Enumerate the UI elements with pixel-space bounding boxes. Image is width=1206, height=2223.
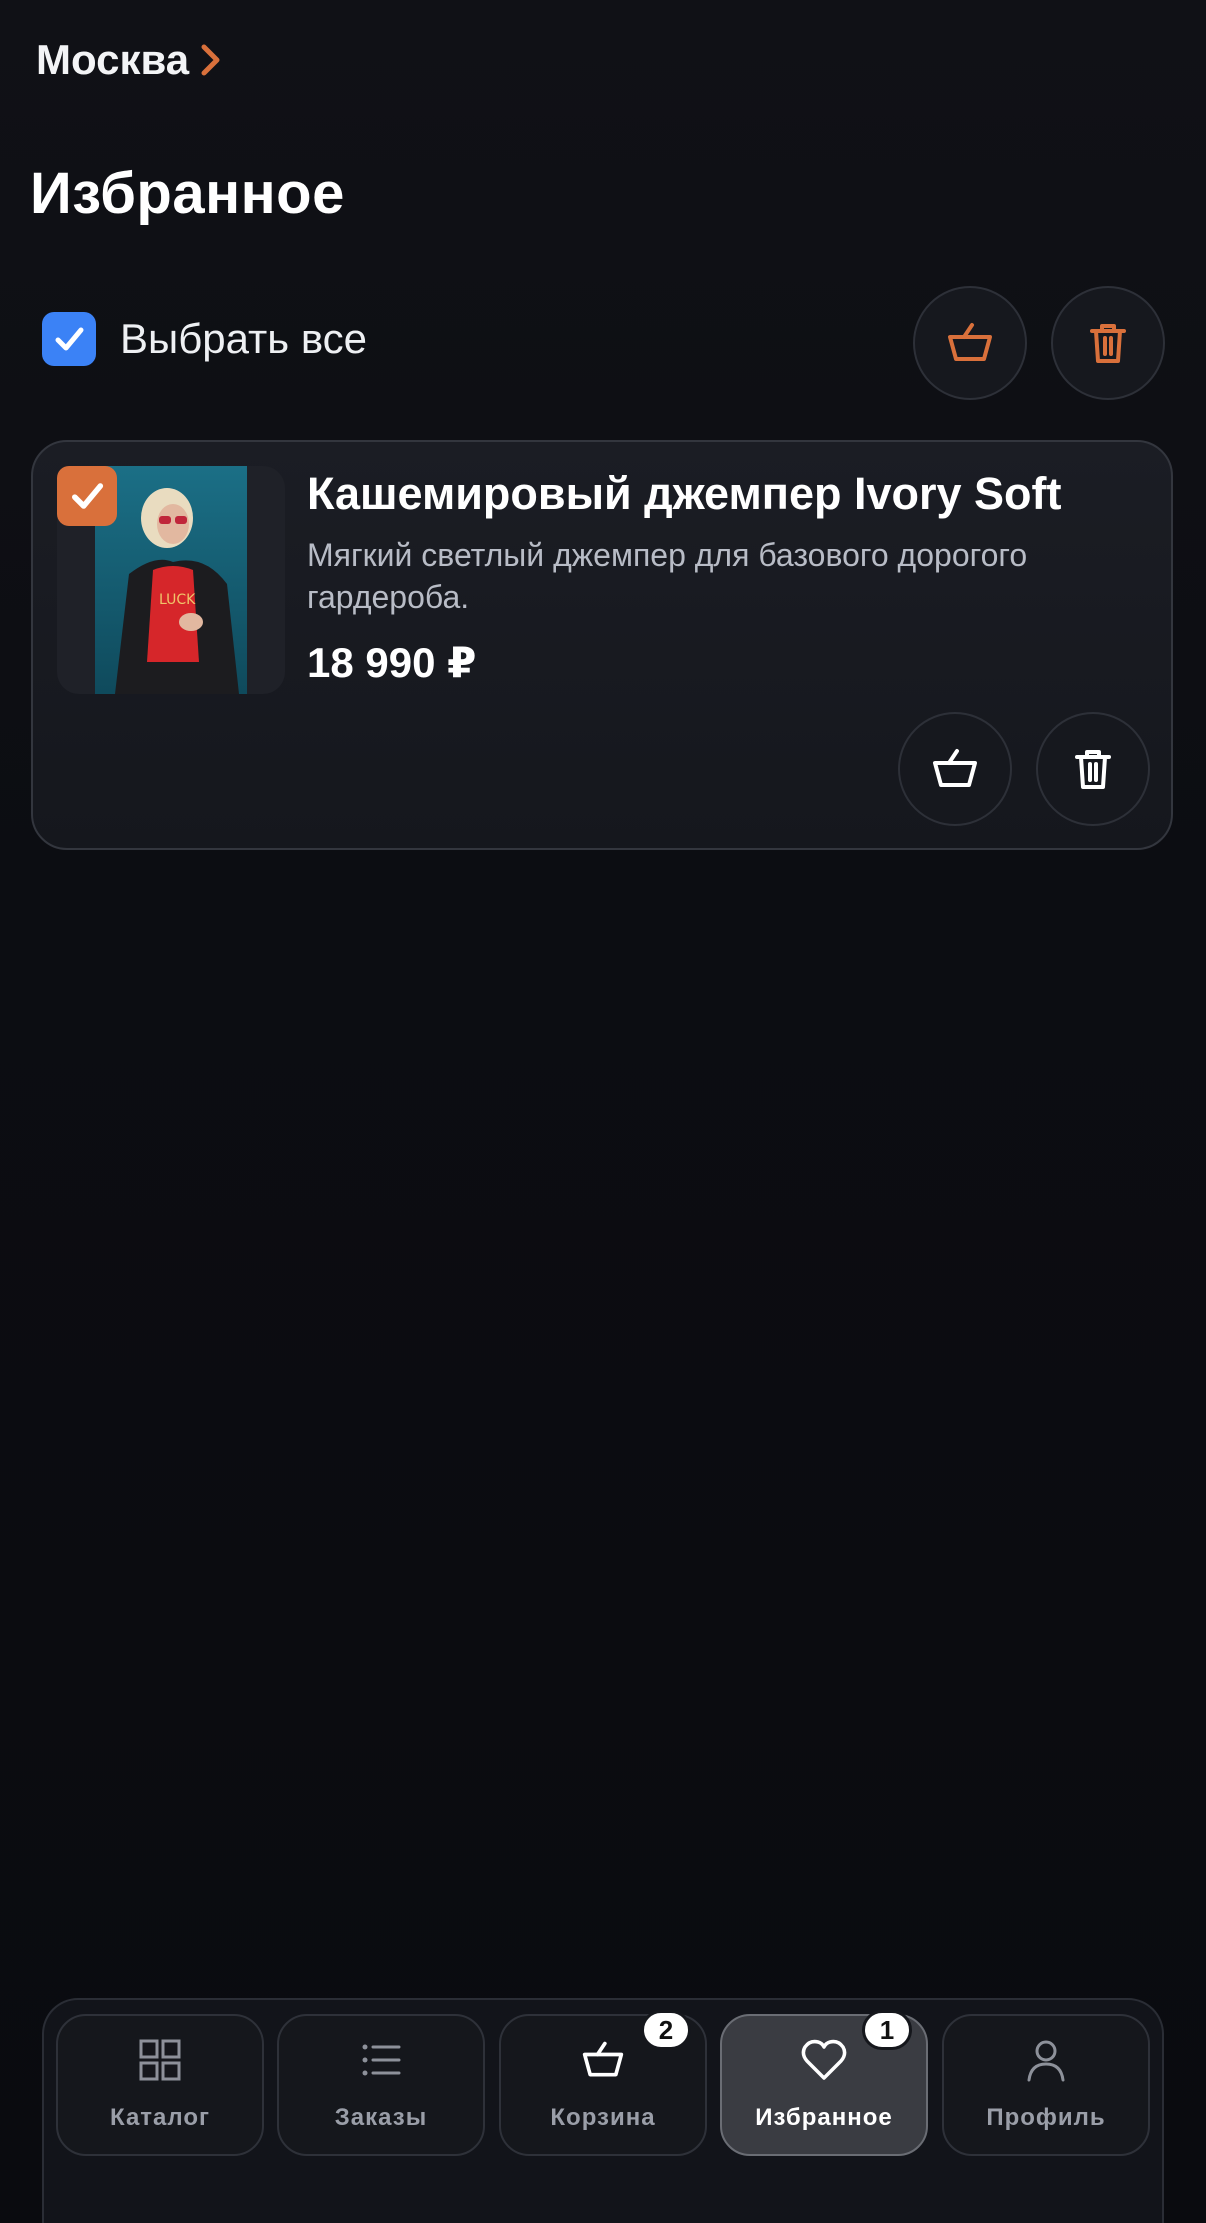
nav-item-orders[interactable]: Заказы	[277, 2014, 485, 2156]
select-all-label: Выбрать все	[120, 315, 368, 362]
city-label: Москва	[36, 36, 190, 83]
nav-item-favorites[interactable]: 1 Избранное	[720, 2010, 928, 2156]
svg-text:LUCK: LUCK	[159, 592, 196, 608]
grid-icon	[136, 2036, 184, 2084]
trash-icon	[1090, 324, 1126, 363]
favorites-screen: Москва Избранное Выбрать все LUCK Кашеми…	[0, 0, 1206, 2223]
delete-selected-button[interactable]	[1051, 286, 1165, 400]
nav-label: Профиль	[986, 2104, 1106, 2131]
nav-label: Корзина	[550, 2104, 656, 2131]
chevron-right-icon	[201, 44, 220, 76]
page-title: Избранное	[30, 161, 345, 226]
cart-count-badge: 2	[641, 2010, 691, 2050]
nav-item-profile[interactable]: Профиль	[942, 2014, 1150, 2156]
basket-icon	[579, 2036, 627, 2084]
trash-icon	[1075, 750, 1111, 789]
checkmark-icon	[72, 483, 104, 509]
heart-icon	[800, 2036, 848, 2084]
nav-item-catalog[interactable]: Каталог	[56, 2014, 264, 2156]
nav-item-cart[interactable]: 2 Корзина	[499, 2010, 707, 2156]
product-description: Мягкий светлый джемпер для базового доро…	[307, 537, 1028, 615]
nav-label: Избранное	[755, 2104, 893, 2131]
basket-icon	[948, 323, 992, 361]
bottom-navigation: Каталог Заказы 2 Корзина 1 Избранное Про…	[42, 1998, 1164, 2223]
product-photo: LUCK	[95, 466, 247, 694]
city-selector[interactable]: Москва	[36, 36, 223, 84]
list-icon	[357, 2036, 405, 2084]
basket-icon	[933, 749, 977, 787]
product-title[interactable]: Кашемировый джемпер Ivory Soft	[307, 468, 1062, 520]
user-icon	[1022, 2036, 1070, 2084]
nav-label: Заказы	[334, 2104, 428, 2131]
product-price: 18 990 ₽	[307, 639, 477, 686]
select-all-checkbox[interactable]	[42, 312, 96, 366]
favorite-item-card[interactable]: LUCK Кашемировый джемпер Ivory Soft Мягк…	[31, 440, 1173, 850]
item-select-checkbox[interactable]	[57, 466, 117, 526]
checkmark-icon	[55, 327, 84, 351]
add-to-cart-button[interactable]	[898, 712, 1012, 826]
favorites-count-badge: 1	[862, 2010, 912, 2050]
nav-label: Каталог	[110, 2104, 210, 2131]
add-all-to-cart-button[interactable]	[913, 286, 1027, 400]
remove-from-favorites-button[interactable]	[1036, 712, 1150, 826]
select-all-row[interactable]: Выбрать все	[42, 312, 367, 366]
